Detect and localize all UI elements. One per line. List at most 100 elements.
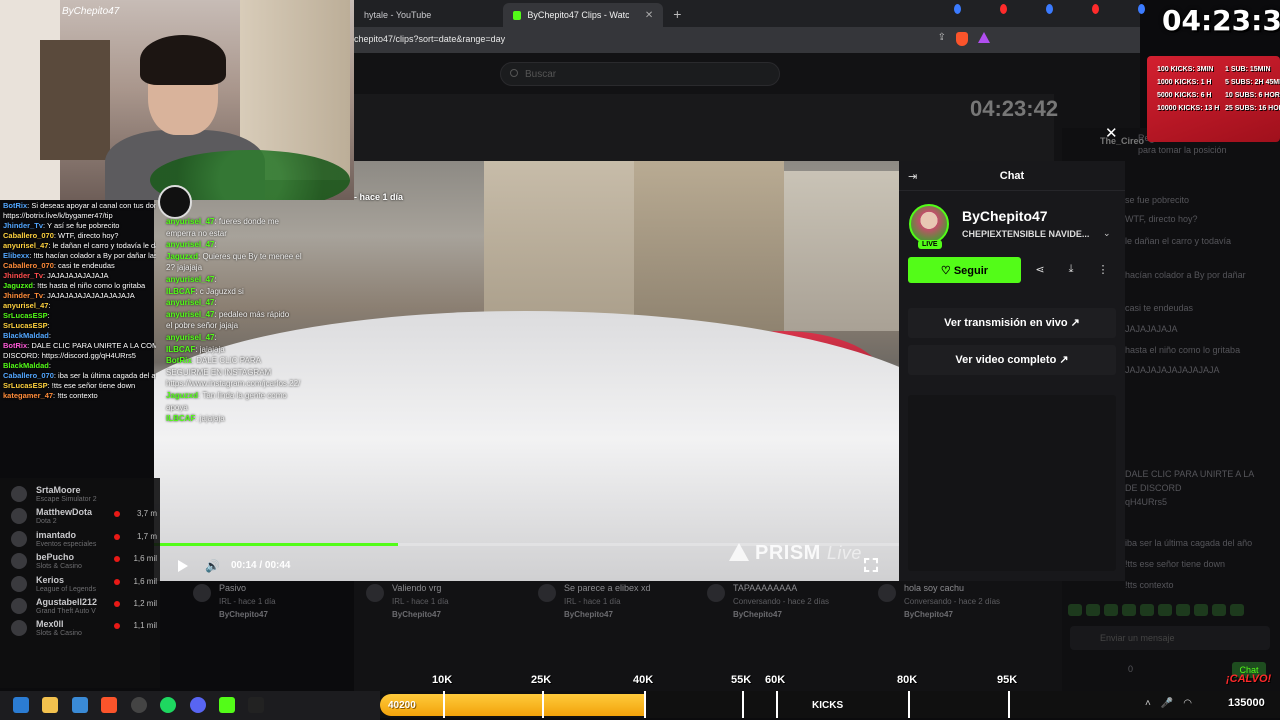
chevron-up-icon[interactable]: ˄ — [1145, 698, 1151, 709]
chat-username[interactable]: BlackMaldad — [3, 361, 49, 370]
chat-username[interactable]: BlackMaldad — [3, 331, 49, 340]
clip-channel[interactable]: ByChepito47 — [733, 610, 782, 619]
chat-username[interactable]: Jhinder_Tv — [3, 271, 43, 280]
watch-full-video-button[interactable]: Ver video completo ↗ — [908, 345, 1116, 375]
chat-username[interactable]: ILBCAF — [166, 345, 195, 354]
clip-card[interactable]: hola soy cachu Conversando - hace 2 días B… — [878, 583, 1046, 623]
follow-button[interactable]: ♡ Seguir — [908, 257, 1021, 283]
clip-channel[interactable]: ByChepito47 — [564, 610, 613, 619]
kick-chat-message: emperra no estar — [166, 228, 366, 240]
rewards-icon[interactable] — [978, 32, 990, 43]
brave-shield-icon[interactable] — [956, 32, 968, 46]
sidebar-channel[interactable]: Kerios League of Legends 1,6 mil — [0, 573, 160, 595]
dim-chat-line: !tts ese señor tiene down — [1125, 559, 1226, 569]
photos-icon[interactable] — [72, 697, 88, 713]
tab-kick-clips[interactable]: ByChepito47 Clips - Watch Live ✕ — [503, 3, 664, 27]
sidebar-channel[interactable]: bePucho Slots & Casino 1,6 mil — [0, 550, 160, 572]
obs-icon[interactable] — [131, 697, 147, 713]
search-input[interactable]: Buscar — [500, 62, 780, 86]
tab-youtube[interactable]: hytale - YouTube — [354, 3, 441, 27]
wifi-icon[interactable]: ◠ — [1183, 698, 1192, 709]
chat-username[interactable]: anyurisel_47 — [3, 241, 48, 250]
channel-name: SrtaMoore — [36, 485, 81, 495]
chat-username[interactable]: anyurisel_47 — [166, 240, 214, 249]
chat-username[interactable]: Caballero_070 — [3, 371, 54, 380]
microphone-icon[interactable]: 🎤 — [1161, 698, 1173, 709]
windows-start-icon[interactable] — [13, 697, 29, 713]
chat-username[interactable]: kategamer_47 — [3, 391, 53, 400]
spotify-icon[interactable] — [160, 697, 176, 713]
chevron-down-icon[interactable]: ⌄ — [1103, 228, 1111, 239]
brave-browser-icon[interactable] — [101, 697, 117, 713]
chat-username[interactable]: anyurisel_47 — [166, 217, 214, 226]
recommended-channels: SrtaMoore Escape Simulator 2 MatthewDota Do… — [0, 478, 160, 688]
channel-name[interactable]: ByChepito47 — [962, 208, 1048, 224]
chat-text: : !tts hasta el niño como lo gritaba — [33, 281, 146, 290]
epic-games-icon[interactable] — [248, 697, 264, 713]
chat-username[interactable]: BotRix — [166, 356, 192, 365]
discord-icon[interactable] — [190, 697, 206, 713]
sidebar-channel[interactable]: Agustabell212 Grand Theft Auto V 1,2 mil — [0, 595, 160, 617]
fullscreen-icon[interactable] — [864, 558, 878, 572]
heart-icon: ♡ — [940, 265, 954, 277]
panel-title: Chat — [999, 170, 1025, 182]
sidebar-channel[interactable]: SrtaMoore Escape Simulator 2 — [0, 483, 160, 505]
chat-message: SrLucasESP: !tts ese señor tiene down — [0, 381, 156, 391]
chat-username[interactable]: Jhinder_Tv — [3, 291, 43, 300]
chat-username[interactable]: Jaguzxd — [166, 391, 198, 400]
more-button[interactable]: ⋮ — [1090, 257, 1116, 283]
chat-username[interactable]: SrLucasESP — [3, 311, 48, 320]
play-icon[interactable] — [178, 560, 188, 572]
cam-logo: ByChepito47 — [62, 6, 120, 17]
clip-channel[interactable]: ByChepito47 — [904, 610, 953, 619]
chat-username[interactable]: anyurisel_47 — [166, 310, 214, 319]
share-icon: ⋖ — [1035, 264, 1045, 276]
chat-username[interactable]: anyurisel_47 — [166, 275, 214, 284]
chat-username[interactable]: BotRix — [3, 201, 27, 210]
clip-card[interactable]: TAPAAAAAAAA Conversando - hace 2 días ByCh… — [707, 583, 875, 623]
chat-username[interactable]: ILBCAF — [166, 287, 195, 296]
clip-card[interactable]: Pasivo IRL - hace 1 día ByChepito47 — [193, 583, 361, 623]
chat-username[interactable]: anyurisel_47 — [166, 333, 214, 342]
clip-card[interactable]: Valiendo vrg IRL - hace 1 día ByChepito47 — [366, 583, 534, 623]
chat-username[interactable]: ILBCAF — [166, 414, 195, 423]
kick-app-icon[interactable] — [219, 697, 235, 713]
chat-username[interactable]: Caballero_070 — [3, 231, 54, 240]
avatar — [11, 575, 27, 592]
volume-icon[interactable]: 🔊 — [205, 559, 220, 573]
clip-card[interactable]: Se parece a elibex xd IRL - hace 1 día ByC… — [538, 583, 706, 623]
file-explorer-icon[interactable] — [42, 697, 58, 713]
chat-message-input[interactable]: Enviar un mensaje — [1070, 626, 1270, 650]
chat-username[interactable]: anyurisel_47 — [166, 298, 214, 307]
sidebar-channel[interactable]: Mex0ll Slots & Casino 1,1 mil — [0, 617, 160, 639]
download-button[interactable]: ⤓ — [1058, 257, 1084, 283]
chat-username[interactable]: Jhinder_Tv — [3, 221, 43, 230]
clip-channel[interactable]: ByChepito47 — [219, 610, 268, 619]
chat-username[interactable]: Jaguzxd — [166, 252, 198, 261]
avatar[interactable] — [909, 204, 949, 244]
channel-actions: ♡ Seguir ⋖ ⤓ ⋮ — [899, 247, 1125, 295]
share-button[interactable]: ⋖ — [1027, 257, 1053, 283]
watch-live-button[interactable]: Ver transmisión en vivo ↗ — [908, 308, 1116, 338]
chat-username[interactable]: SrLucasESP — [3, 321, 48, 330]
sidebar-channel[interactable]: imantado Eventos especiales 1,7 m — [0, 528, 160, 550]
chat-username[interactable]: Caballero_070 — [3, 261, 54, 270]
close-tab-icon[interactable]: ✕ — [645, 10, 653, 21]
clip-channel[interactable]: ByChepito47 — [392, 610, 441, 619]
channel-category: League of Legends — [36, 585, 96, 593]
address-bar[interactable]: chepito47/clips?sort=date&range=day ⇪ — [354, 27, 1140, 53]
chat-username[interactable]: anyurisel_47 — [3, 301, 48, 310]
new-tab-button[interactable]: + — [663, 6, 691, 27]
kicks-label: KICKS — [812, 700, 844, 711]
milestone-tick — [908, 691, 910, 718]
goal-item: 1000 KICKS: 1 H — [1157, 79, 1212, 86]
sidebar-channel[interactable]: MatthewDota Dota 2 3,7 m — [0, 505, 160, 527]
chat-username[interactable]: Jaguzxd — [3, 281, 33, 290]
channel-name: Mex0ll — [36, 619, 64, 630]
chat-username[interactable]: BotRix — [3, 341, 27, 350]
close-modal-icon[interactable]: ✕ — [1105, 124, 1118, 142]
video-progress-bar[interactable] — [154, 543, 899, 546]
share-icon[interactable]: ⇪ — [938, 32, 946, 46]
chat-username[interactable]: SrLucasESP — [3, 381, 48, 390]
chat-username[interactable]: Elibexx — [3, 251, 29, 260]
